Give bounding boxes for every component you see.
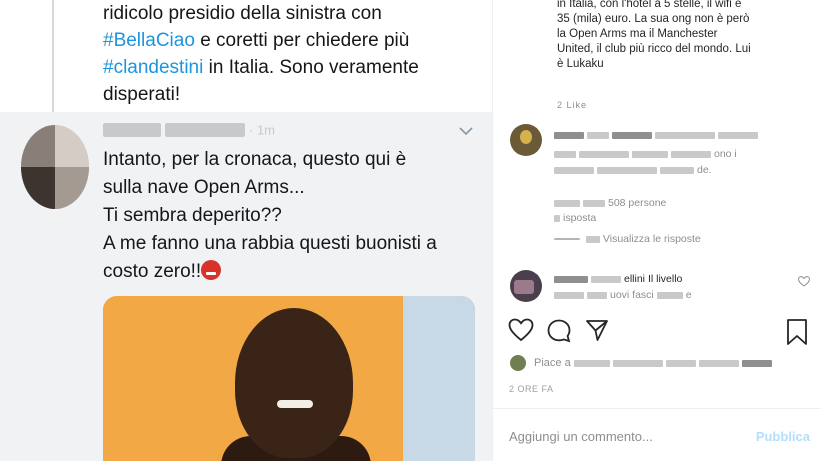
thread-line — [52, 0, 54, 112]
view-replies-link[interactable]: Visualizza le risposte — [554, 233, 701, 245]
comment-1-partial-1: ono i — [714, 148, 737, 160]
post-actions — [508, 318, 808, 348]
comment-1-reply-link[interactable]: isposta — [554, 212, 596, 224]
reply-line-1: Intanto, per la cronaca, questo qui è — [103, 149, 407, 170]
comment-2-line-2-end: e — [685, 289, 692, 301]
chevron-down-icon[interactable] — [458, 124, 474, 138]
caption-line-3: la Open Arms ma il Manchester — [557, 28, 718, 40]
add-comment-input[interactable]: Aggiungi un commento... — [509, 429, 653, 444]
comment-2-line-2: uovi fasci e — [554, 289, 692, 301]
share-icon[interactable] — [584, 318, 610, 344]
likes-line: Piace a — [534, 357, 775, 369]
reply-handle-blurred: · 1m — [103, 121, 298, 139]
divider — [493, 408, 821, 409]
caption-line-1: in Italia, con l'hotel a 5 stelle, il wi… — [557, 0, 742, 10]
reply-line-5-text: costo zero!! — [103, 261, 202, 282]
tweet-top: ridicolo presidio della sinistra con #Be… — [0, 0, 492, 112]
post-timestamp: 2 ORE FA — [509, 384, 554, 394]
reply-tweet: · 1m Intanto, per la cronaca, questo qui… — [0, 112, 492, 461]
reply-line-3: Ti sembra deperito?? — [103, 205, 282, 226]
comment-1-username-blurred — [554, 129, 761, 141]
likes-summary[interactable]: Piace a — [510, 354, 810, 374]
comment-2-line-2-text: uovi fasci — [610, 289, 654, 301]
like-heart-icon[interactable] — [508, 318, 534, 344]
tweet-line-2-text: e coretti per chiedere più — [200, 30, 410, 51]
comment-1-likes: 508 persone — [554, 197, 666, 209]
publish-button[interactable]: Pubblica — [756, 429, 810, 444]
comment-bubble-icon[interactable] — [546, 318, 572, 344]
hashtag-clandestini[interactable]: #clandestini — [103, 57, 203, 78]
comment-2-text: Il livello — [647, 273, 683, 285]
angry-face-emoji-icon — [201, 260, 222, 280]
likes-label: Piace a — [534, 357, 571, 369]
comment-2-line-1: ellini Il livello — [554, 273, 682, 285]
liker-avatar — [510, 355, 526, 371]
reply-text: Intanto, per la cronaca, questo qui è su… — [103, 146, 483, 286]
caption-line-5: è Lukaku — [557, 58, 604, 70]
comment-1-partial-2: de. — [697, 164, 712, 176]
reply-line-4: A me fanno una rabbia questi buonisti a — [103, 233, 437, 254]
attached-photo[interactable] — [103, 296, 475, 461]
tweet-line-3-text: in Italia. Sono veramente — [208, 57, 419, 78]
heart-icon[interactable] — [797, 276, 811, 287]
hashtag-bellaciao[interactable]: #BellaCiao — [103, 30, 195, 51]
tweet-top-text: ridicolo presidio della sinistra con #Be… — [103, 0, 483, 108]
tweet-line-3: #clandestini in Italia. Sono veramente — [103, 54, 483, 81]
comment-avatar[interactable] — [510, 270, 542, 302]
caption-line-4: United, il club più ricco del mondo. Lui — [557, 43, 751, 55]
tweet-line-2: #BellaCiao e coretti per chiedere più — [103, 27, 483, 54]
bookmark-icon[interactable] — [786, 318, 808, 346]
comment-1: ono i de. 508 persone isposta Visualizza… — [510, 124, 810, 254]
avatar[interactable] — [21, 125, 89, 209]
tweet-line-1: ridicolo presidio della sinistra con — [103, 3, 382, 24]
comment-1-partial-4: isposta — [563, 212, 597, 224]
instagram-panel: in Italia, con l'hotel a 5 stelle, il wi… — [492, 0, 821, 461]
comment-avatar[interactable] — [510, 124, 542, 156]
post-caption: in Italia, con l'hotel a 5 stelle, il wi… — [557, 0, 812, 72]
comment-2: ellini Il livello uovi fasci e — [510, 270, 811, 310]
comment-1-text-line-2: de. — [554, 164, 712, 176]
caption-line-2: 35 (mila) euro. La sua ong non è però — [557, 13, 750, 25]
reply-line-2: sulla nave Open Arms... — [103, 177, 305, 198]
tweet-line-4: disperati! — [103, 84, 181, 105]
reply-line-5: costo zero!! — [103, 258, 483, 286]
reply-time: · 1m — [249, 122, 275, 138]
comment-2-name: ellini — [624, 273, 646, 285]
caption-meta: 2 Like — [557, 100, 588, 110]
view-replies-label: Visualizza le risposte — [602, 233, 701, 245]
comment-1-text-line-1: ono i — [554, 148, 737, 160]
tweet-screenshot: ridicolo presidio della sinistra con #Be… — [0, 0, 492, 461]
comment-1-partial-3: 508 persone — [608, 197, 667, 209]
